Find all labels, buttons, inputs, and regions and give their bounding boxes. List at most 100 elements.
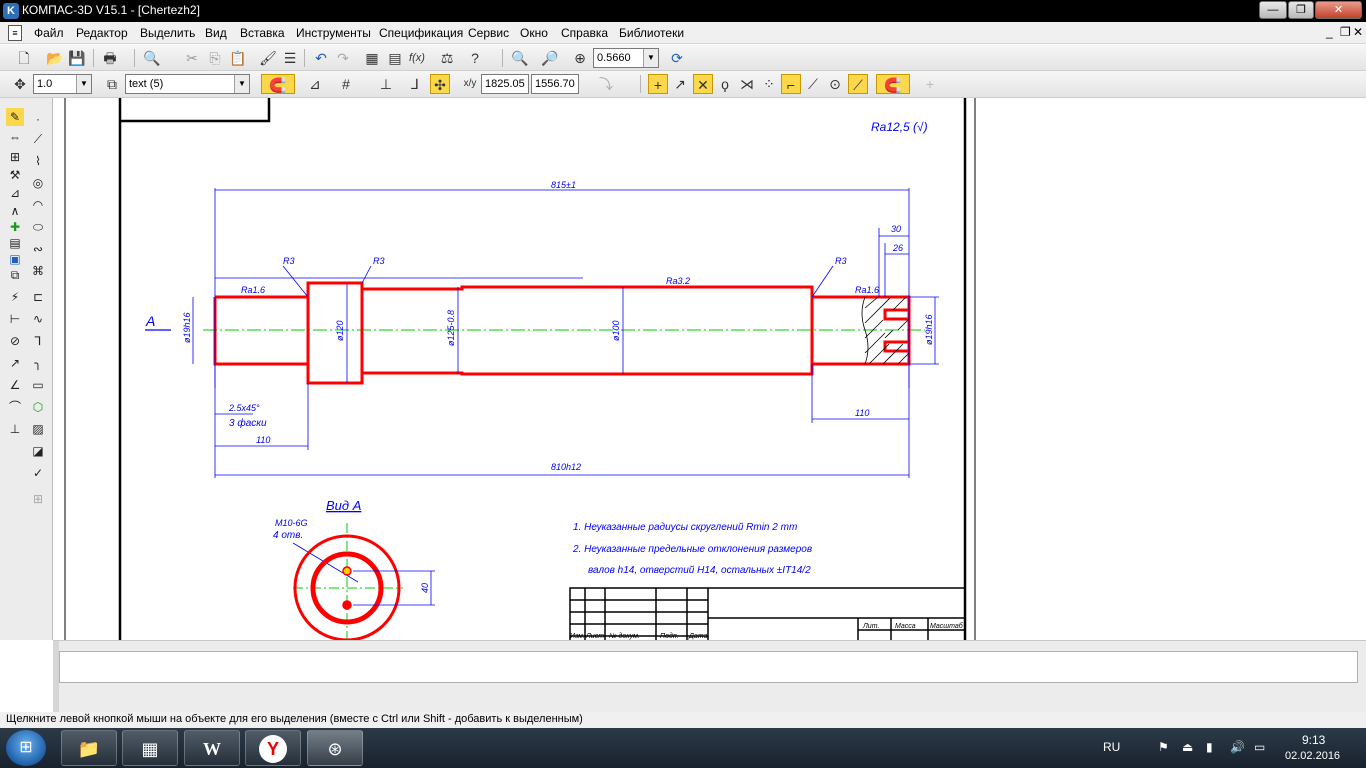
snap-end-icon[interactable]: ↗ xyxy=(670,74,690,94)
dim-linear-tool-icon[interactable]: ⊢ xyxy=(6,310,24,328)
snap-nearest-icon[interactable]: ⁘ xyxy=(759,74,779,94)
help-pointer-icon[interactable]: ? xyxy=(465,48,485,68)
close-button[interactable]: ✕ xyxy=(1315,1,1362,19)
insert-tool-icon[interactable]: ⧉ xyxy=(6,266,24,284)
flag-icon[interactable]: ⚑ xyxy=(1158,740,1169,754)
doc-minimize-button[interactable]: _ xyxy=(1326,25,1333,39)
param-tool-icon[interactable]: ⊿ xyxy=(6,184,24,202)
snap-center-icon[interactable]: ⊙ xyxy=(825,74,845,94)
symbol-tool-icon[interactable]: ⊞ xyxy=(6,148,24,166)
local-cs-icon[interactable]: ⊥ xyxy=(376,74,396,94)
zoom-in-icon[interactable]: ⊕ xyxy=(570,48,590,68)
line-tool-icon[interactable]: ⟋ xyxy=(29,130,47,148)
fill-tool-icon[interactable]: ⚡ xyxy=(6,288,24,306)
clock-time[interactable]: 9:13 xyxy=(1302,733,1325,747)
snap-magnet-icon[interactable]: 🧲 xyxy=(261,74,295,94)
layer-style-icon[interactable]: ⧉ xyxy=(102,74,122,94)
network-icon[interactable]: ▮ xyxy=(1206,740,1213,754)
new-document-icon[interactable]: 🗋 xyxy=(14,48,34,68)
curve-tool-icon[interactable]: ∾ xyxy=(29,240,47,258)
chevron-down-icon[interactable]: ▼ xyxy=(76,75,91,93)
dim-ordinate-tool-icon[interactable]: ⊥ xyxy=(6,420,24,438)
taskbar-explorer-icon[interactable]: 📁 xyxy=(61,730,117,766)
round-mode-icon[interactable]: ✣ xyxy=(430,74,450,94)
snap-magnet-2-icon[interactable]: 🧲 xyxy=(876,74,910,94)
snap-extension-icon[interactable]: ⟋ xyxy=(803,74,823,94)
dim-angle-tool-icon[interactable]: ∠ xyxy=(6,376,24,394)
menu-window[interactable]: Окно xyxy=(520,26,548,40)
battery-icon[interactable]: ▭ xyxy=(1254,740,1265,754)
snap-middle-icon[interactable]: ✕ xyxy=(693,74,713,94)
cursor-crosshair-icon[interactable]: ✥ xyxy=(10,74,30,94)
ellipse-tool-icon[interactable]: ⬭ xyxy=(29,218,47,236)
polyline-tool-icon[interactable]: ⌇ xyxy=(29,152,47,170)
redo-icon[interactable]: ↷ xyxy=(333,48,353,68)
properties-brush-icon[interactable]: 🖌 xyxy=(258,48,278,68)
minimize-button[interactable]: — xyxy=(1259,1,1287,19)
fillet-tool-icon[interactable]: ╮ xyxy=(29,354,47,372)
step-combo[interactable]: 1.0 ▼ xyxy=(33,74,92,94)
taskbar-word-icon[interactable]: W xyxy=(184,730,240,766)
snap-point-icon[interactable]: + xyxy=(648,74,668,94)
doc-restore-button[interactable]: ❐ xyxy=(1340,25,1351,39)
paste-icon[interactable]: 📋 xyxy=(228,48,248,68)
print-icon[interactable]: 🖶 xyxy=(100,48,120,68)
contour-tool-icon[interactable]: ⊏ xyxy=(29,288,47,306)
snap-disabled-icon[interactable]: + xyxy=(920,74,940,94)
edit-tool-icon[interactable]: ⚒ xyxy=(6,166,24,184)
ortho-icon[interactable]: ⊿ xyxy=(305,74,325,94)
polygon-tool-icon[interactable]: ⬡ xyxy=(29,398,47,416)
coord-x-field[interactable]: 1825.05 xyxy=(481,74,529,94)
hatch-tool-icon[interactable]: ⌘ xyxy=(29,262,47,280)
ortho-mode-icon[interactable]: ⅃ xyxy=(405,74,425,94)
manager-icon[interactable]: ▦ xyxy=(362,48,382,68)
point-tool-icon[interactable]: · xyxy=(29,110,47,128)
dim-diameter-tool-icon[interactable]: ⊘ xyxy=(6,332,24,350)
menu-libraries[interactable]: Библиотеки xyxy=(619,26,684,40)
open-icon[interactable]: 📂 xyxy=(45,48,65,68)
chevron-down-icon[interactable]: ▼ xyxy=(234,75,249,93)
dim-radius-tool-icon[interactable]: ↗ xyxy=(6,354,24,372)
menu-view[interactable]: Вид xyxy=(205,26,227,40)
menu-select[interactable]: Выделить xyxy=(140,26,195,40)
hatch-lines-tool-icon[interactable]: ▨ xyxy=(29,420,47,438)
restore-button[interactable]: ❐ xyxy=(1288,1,1314,19)
menu-specification[interactable]: Спецификация xyxy=(379,26,463,40)
arc-tool-icon[interactable]: ◠ xyxy=(29,196,47,214)
list-icon[interactable]: ☰ xyxy=(280,48,300,68)
preview-icon[interactable]: 🔍 xyxy=(142,48,162,68)
language-indicator[interactable]: RU xyxy=(1103,740,1120,754)
snap-line-icon[interactable]: ⟋ xyxy=(848,74,868,94)
drawing-svg[interactable]: Ra12,5 (√) 815±1 810h12 110 110 30 26 ø1… xyxy=(53,98,1366,640)
region-tool-icon[interactable]: ◪ xyxy=(29,442,47,460)
snap-angle-icon[interactable]: ⌐ xyxy=(781,74,801,94)
menu-help[interactable]: Справка xyxy=(561,26,608,40)
refresh-icon[interactable]: ⟳ xyxy=(667,48,687,68)
taskbar-kompas-icon[interactable]: ⊛ xyxy=(307,730,363,766)
clock-date[interactable]: 02.02.2016 xyxy=(1285,750,1340,762)
volume-icon[interactable]: 🔊 xyxy=(1230,740,1245,754)
menu-service[interactable]: Сервис xyxy=(468,26,509,40)
circle-tool-icon[interactable]: ◎ xyxy=(29,174,47,192)
usb-icon[interactable]: ⏏ xyxy=(1182,740,1193,754)
variables-icon[interactable]: ▤ xyxy=(385,48,405,68)
taskbar-calculator-icon[interactable]: ▦ xyxy=(122,730,178,766)
save-icon[interactable]: 💾 xyxy=(67,48,87,68)
zoom-window-icon[interactable]: 🔍 xyxy=(510,48,530,68)
menu-file[interactable]: Файл xyxy=(34,26,64,40)
document-icon[interactable]: ≡ xyxy=(8,25,22,41)
select-tool-icon[interactable]: ✎ xyxy=(6,108,24,126)
doc-close-button[interactable]: ✕ xyxy=(1353,25,1363,39)
apply-icon[interactable]: ⤵ xyxy=(596,74,616,94)
start-button[interactable]: ⊞ xyxy=(6,730,46,766)
dim-arc-tool-icon[interactable]: ⌒ xyxy=(6,398,24,416)
dim-chamfer-tool-icon[interactable]: ⅂ xyxy=(29,332,47,350)
rect-tool-icon[interactable]: ▭ xyxy=(29,376,47,394)
drawing-canvas[interactable]: Ra12,5 (√) 815±1 810h12 110 110 30 26 ø1… xyxy=(53,98,1366,640)
snap-intersect-icon[interactable]: ⋊ xyxy=(737,74,757,94)
zoom-combo[interactable]: 0.5660 ▼ xyxy=(593,48,659,68)
dimension-tool-icon[interactable]: ⇔ xyxy=(6,128,24,146)
style-combo[interactable]: text (5) ▼ xyxy=(125,74,250,94)
snap-tangent-icon[interactable]: ϙ xyxy=(715,74,735,94)
menu-tools[interactable]: Инструменты xyxy=(296,26,371,40)
